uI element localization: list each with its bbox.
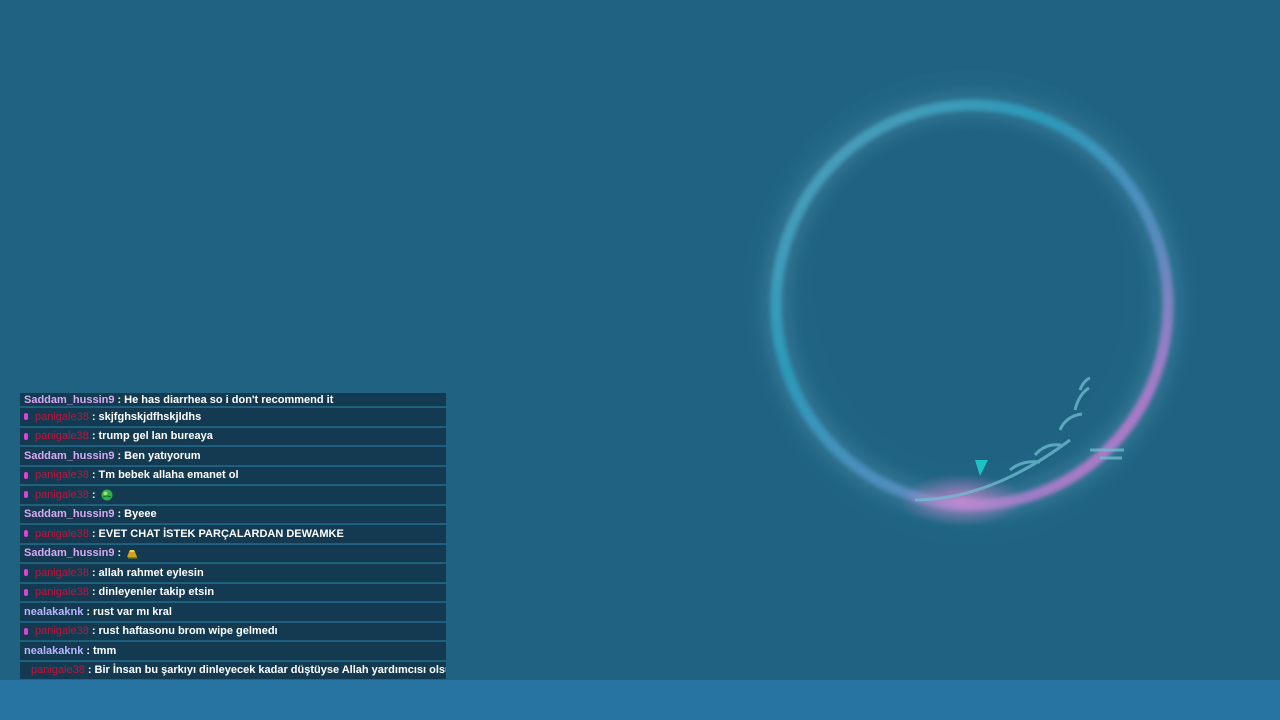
chat-username: panigale38	[35, 527, 89, 540]
bottom-bar	[0, 680, 1280, 720]
microphone-icon	[24, 627, 28, 635]
gold-bar-emote	[127, 550, 138, 559]
chat-username: nealakaknk	[24, 644, 84, 657]
chat-overlay: Saddam_hussin9 : He has diarrhea so i do…	[20, 393, 446, 679]
chat-message: Saddam_hussin9 : Ben yatıyorum	[20, 447, 446, 466]
chat-separator: :	[91, 625, 96, 638]
chat-message: Saddam_hussin9 : Byeee	[20, 505, 446, 524]
green-globe-emote	[101, 489, 113, 501]
chat-message: panigale38 : rust haftasonu brom wipe ge…	[20, 622, 446, 641]
chat-text: EVET CHAT İSTEK PARÇALARDAN DEWAMKE	[98, 527, 344, 540]
chat-text: Tm bebek allaha emanet ol	[98, 469, 239, 482]
chat-text: tmm	[93, 644, 117, 657]
chat-username: panigale38	[35, 488, 89, 501]
chat-separator: :	[117, 508, 122, 521]
chat-username: panigale38	[35, 430, 89, 443]
chat-username: panigale38	[31, 664, 85, 677]
chat-separator: :	[91, 430, 96, 443]
chat-username: Saddam_hussin9	[24, 508, 115, 521]
microphone-icon	[24, 569, 28, 577]
chat-separator: :	[87, 664, 92, 677]
chat-separator: :	[91, 566, 96, 579]
chat-separator: :	[91, 488, 96, 501]
chat-message: panigale38 :	[20, 486, 446, 505]
chat-message: panigale38 : skjfghskjdfhskjldhs	[20, 408, 446, 427]
chat-message: panigale38 : dinleyenler takip etsin	[20, 583, 446, 602]
stream-background: Saddam_hussin9 : He has diarrhea so i do…	[0, 0, 1280, 680]
chat-text: He has diarrhea so i don't recommend it	[124, 394, 334, 406]
chat-separator: :	[117, 449, 122, 462]
teal-triangle-icon	[975, 460, 988, 476]
chat-username: Saddam_hussin9	[24, 394, 115, 406]
chat-username: panigale38	[35, 566, 89, 579]
chat-text: Bir İnsan bu şarkıyı dinleyecek kadar dü…	[94, 664, 446, 677]
microphone-icon	[24, 491, 28, 499]
chat-message: nealakaknk : tmm	[20, 642, 446, 661]
chat-username: Saddam_hussin9	[24, 449, 115, 462]
chat-message: panigale38 : Tm bebek allaha emanet ol	[20, 466, 446, 485]
chat-message: nealakaknk : rust var mı kral	[20, 603, 446, 622]
chat-separator: :	[117, 394, 122, 406]
chat-separator: :	[117, 547, 122, 560]
chat-message: panigale38 : trump gel lan bureaya	[20, 427, 446, 446]
chat-separator: :	[91, 527, 96, 540]
chat-username: panigale38	[35, 410, 89, 423]
chat-message: panigale38 : allah rahmet eylesin	[20, 564, 446, 583]
chat-username: Saddam_hussin9	[24, 547, 115, 560]
chat-message: Saddam_hussin9 :	[20, 544, 446, 563]
chat-text: skjfghskjdfhskjldhs	[98, 410, 202, 423]
chat-message: Saddam_hussin9 : He has diarrhea so i do…	[20, 393, 446, 407]
chat-message: panigale38 : EVET CHAT İSTEK PARÇALARDAN…	[20, 525, 446, 544]
chat-username: panigale38	[35, 469, 89, 482]
chat-username: panigale38	[35, 625, 89, 638]
chat-username: panigale38	[35, 586, 89, 599]
chat-text: trump gel lan bureaya	[98, 430, 213, 443]
chat-text: rust haftasonu brom wipe gelmedı	[98, 625, 278, 638]
microphone-icon	[24, 432, 28, 440]
chat-text: rust var mı kral	[93, 605, 172, 618]
chat-separator: :	[91, 410, 96, 423]
microphone-icon	[24, 471, 28, 479]
ring-stroke	[770, 99, 1174, 511]
chat-separator: :	[91, 586, 96, 599]
chat-text: allah rahmet eylesin	[98, 566, 204, 579]
microphone-icon	[24, 530, 28, 538]
chat-username: nealakaknk	[24, 605, 84, 618]
chat-text: Byeee	[124, 508, 157, 521]
microphone-icon	[24, 413, 28, 421]
chat-separator: :	[86, 605, 90, 618]
chat-separator: :	[91, 469, 96, 482]
chat-message: panigale38 : Bir İnsan bu şarkıyı dinley…	[20, 661, 446, 679]
microphone-icon	[24, 588, 28, 596]
chat-text: dinleyenler takip etsin	[98, 586, 215, 599]
chat-separator: :	[86, 644, 90, 657]
chat-text: Ben yatıyorum	[124, 449, 201, 462]
